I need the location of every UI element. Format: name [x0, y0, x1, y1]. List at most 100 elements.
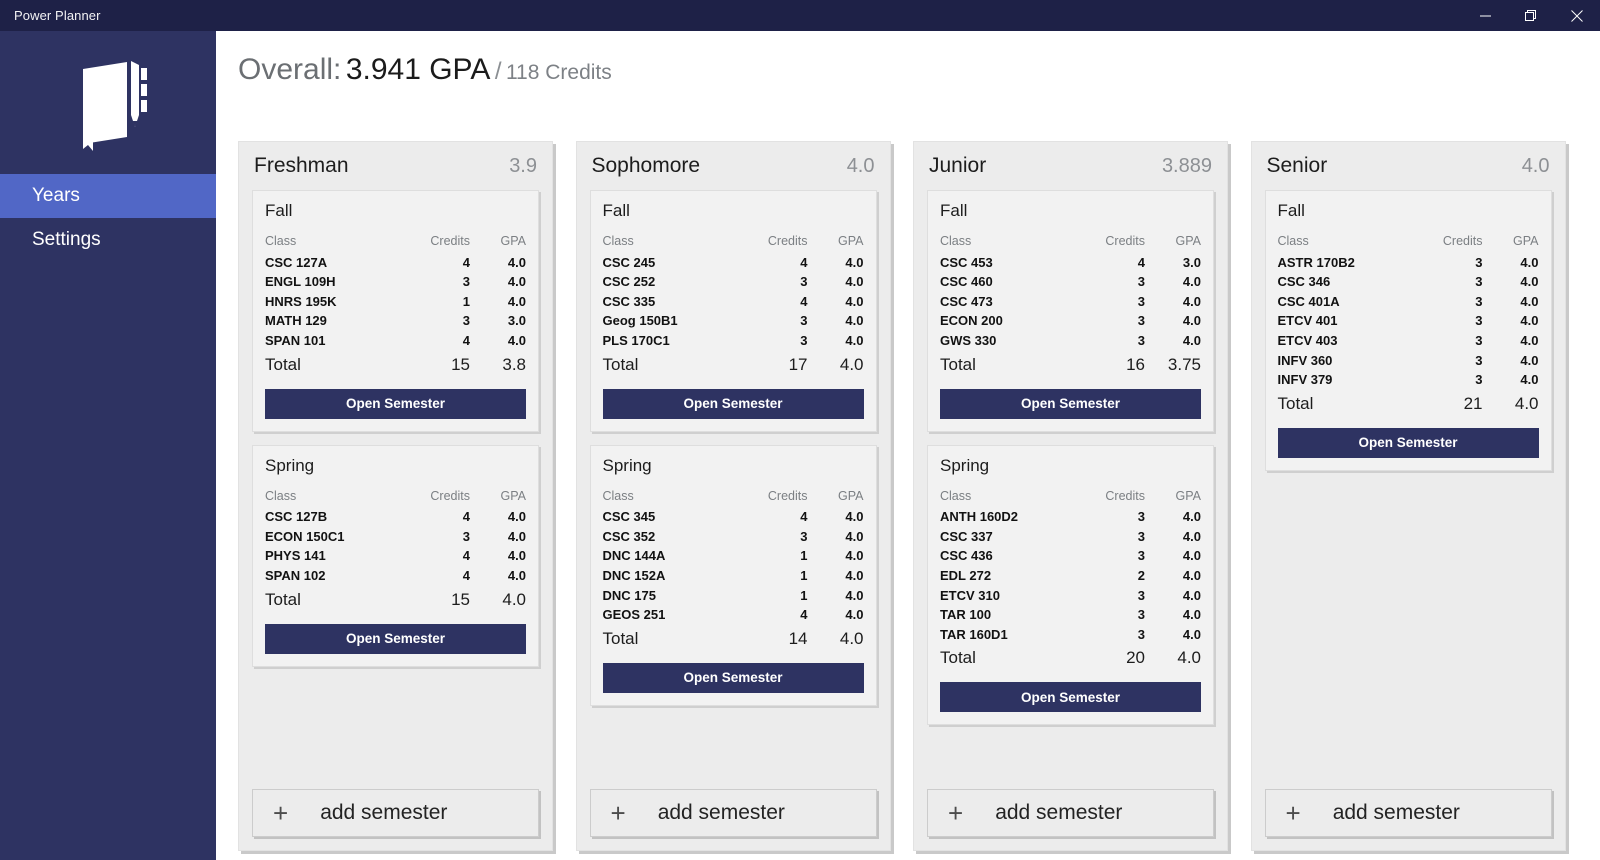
class-credits: 3: [1409, 311, 1483, 331]
add-semester-button[interactable]: +add semester: [590, 789, 877, 837]
class-credits: 3: [1071, 292, 1145, 312]
class-credits: 3: [734, 311, 808, 331]
class-row[interactable]: PHYS 14144.0: [265, 546, 526, 566]
class-gpa: 4.0: [1145, 292, 1201, 312]
restore-button[interactable]: [1508, 0, 1554, 31]
total-credits: 14: [734, 625, 808, 651]
class-row[interactable]: SPAN 10144.0: [265, 331, 526, 351]
total-gpa: 4.0: [470, 586, 526, 612]
open-semester-button[interactable]: Open Semester: [1278, 428, 1539, 458]
class-credits: 3: [734, 272, 808, 292]
class-row[interactable]: DNC 17514.0: [603, 586, 864, 606]
class-row[interactable]: CSC 43634.0: [940, 546, 1201, 566]
class-row[interactable]: CSC 35234.0: [603, 527, 864, 547]
class-gpa: 4.0: [1145, 527, 1201, 547]
column-header-gpa: GPA: [1145, 232, 1201, 253]
class-name: ETCV 401: [1278, 311, 1409, 331]
close-button[interactable]: [1554, 0, 1600, 31]
main-content: Overall: 3.941 GPA / 118 Credits Freshma…: [216, 31, 1600, 860]
class-row[interactable]: GEOS 25144.0: [603, 605, 864, 625]
open-semester-button[interactable]: Open Semester: [265, 624, 526, 654]
class-row[interactable]: MATH 12933.0: [265, 311, 526, 331]
column-header-gpa: GPA: [808, 487, 864, 508]
class-row[interactable]: ANTH 160D234.0: [940, 507, 1201, 527]
class-row[interactable]: TAR 160D134.0: [940, 625, 1201, 645]
class-row[interactable]: CSC 127A44.0: [265, 253, 526, 273]
overall-summary: Overall: 3.941 GPA / 118 Credits: [238, 53, 1600, 87]
class-row[interactable]: HNRS 195K14.0: [265, 292, 526, 312]
class-row[interactable]: CSC 127B44.0: [265, 507, 526, 527]
class-row[interactable]: CSC 34634.0: [1278, 272, 1539, 292]
class-gpa: 4.0: [808, 331, 864, 351]
grades-table: ClassCreditsGPACSC 127A44.0ENGL 109H34.0…: [265, 232, 526, 377]
column-header-gpa: GPA: [808, 232, 864, 253]
class-credits: 1: [734, 566, 808, 586]
class-row[interactable]: DNC 152A14.0: [603, 566, 864, 586]
class-row[interactable]: CSC 33544.0: [603, 292, 864, 312]
add-semester-button[interactable]: +add semester: [1265, 789, 1552, 837]
column-header-class: Class: [940, 232, 1071, 253]
class-credits: 3: [1071, 311, 1145, 331]
class-row[interactable]: ETCV 31034.0: [940, 586, 1201, 606]
class-row[interactable]: CSC 33734.0: [940, 527, 1201, 547]
year-gpa: 4.0: [847, 155, 875, 178]
class-row[interactable]: CSC 25234.0: [603, 272, 864, 292]
class-row[interactable]: ETCV 40334.0: [1278, 331, 1539, 351]
class-row[interactable]: CSC 45343.0: [940, 253, 1201, 273]
class-name: CSC 245: [603, 253, 734, 273]
class-row[interactable]: PLS 170C134.0: [603, 331, 864, 351]
class-row[interactable]: SPAN 10244.0: [265, 566, 526, 586]
class-row[interactable]: INFV 37934.0: [1278, 370, 1539, 390]
class-row[interactable]: ETCV 40134.0: [1278, 311, 1539, 331]
class-credits: 3: [734, 331, 808, 351]
class-name: ECON 200: [940, 311, 1071, 331]
class-credits: 4: [734, 507, 808, 527]
add-semester-label: add semester: [658, 801, 785, 825]
class-row[interactable]: EDL 27224.0: [940, 566, 1201, 586]
class-row[interactable]: ENGL 109H34.0: [265, 272, 526, 292]
class-row[interactable]: ECON 150C134.0: [265, 527, 526, 547]
class-row[interactable]: CSC 46034.0: [940, 272, 1201, 292]
class-row[interactable]: ECON 20034.0: [940, 311, 1201, 331]
class-name: ECON 150C1: [265, 527, 396, 547]
class-gpa: 4.0: [1483, 370, 1539, 390]
sidebar-item-years[interactable]: Years: [0, 174, 216, 218]
semester-title: Fall: [1278, 201, 1539, 221]
minimize-button[interactable]: [1462, 0, 1508, 31]
add-semester-button[interactable]: +add semester: [252, 789, 539, 837]
class-gpa: 4.0: [808, 605, 864, 625]
class-row[interactable]: CSC 401A34.0: [1278, 292, 1539, 312]
class-name: CSC 337: [940, 527, 1071, 547]
class-gpa: 4.0: [808, 527, 864, 547]
plus-icon: +: [273, 800, 288, 826]
open-semester-button[interactable]: Open Semester: [603, 389, 864, 419]
sidebar-item-settings[interactable]: Settings: [0, 218, 216, 262]
class-row[interactable]: ASTR 170B234.0: [1278, 253, 1539, 273]
class-name: CSC 127A: [265, 253, 396, 273]
grades-table: ClassCreditsGPACSC 24544.0CSC 25234.0CSC…: [603, 232, 864, 377]
plus-icon: +: [1286, 800, 1301, 826]
class-gpa: 4.0: [1145, 586, 1201, 606]
class-row[interactable]: INFV 36034.0: [1278, 351, 1539, 371]
class-row[interactable]: CSC 34544.0: [603, 507, 864, 527]
total-gpa: 3.75: [1145, 351, 1201, 377]
class-name: INFV 360: [1278, 351, 1409, 371]
column-header-credits: Credits: [734, 487, 808, 508]
class-row[interactable]: GWS 33034.0: [940, 331, 1201, 351]
total-row: Total154.0: [265, 586, 526, 612]
overall-credits: 118 Credits: [506, 61, 612, 84]
class-row[interactable]: TAR 10034.0: [940, 605, 1201, 625]
class-credits: 3: [734, 527, 808, 547]
open-semester-button[interactable]: Open Semester: [265, 389, 526, 419]
class-row[interactable]: DNC 144A14.0: [603, 546, 864, 566]
open-semester-button[interactable]: Open Semester: [940, 682, 1201, 712]
class-row[interactable]: CSC 47334.0: [940, 292, 1201, 312]
open-semester-button[interactable]: Open Semester: [940, 389, 1201, 419]
total-gpa: 4.0: [808, 625, 864, 651]
class-row[interactable]: CSC 24544.0: [603, 253, 864, 273]
class-row[interactable]: Geog 150B134.0: [603, 311, 864, 331]
total-gpa: 4.0: [808, 351, 864, 377]
open-semester-button[interactable]: Open Semester: [603, 663, 864, 693]
class-name: CSC 127B: [265, 507, 396, 527]
add-semester-button[interactable]: +add semester: [927, 789, 1214, 837]
